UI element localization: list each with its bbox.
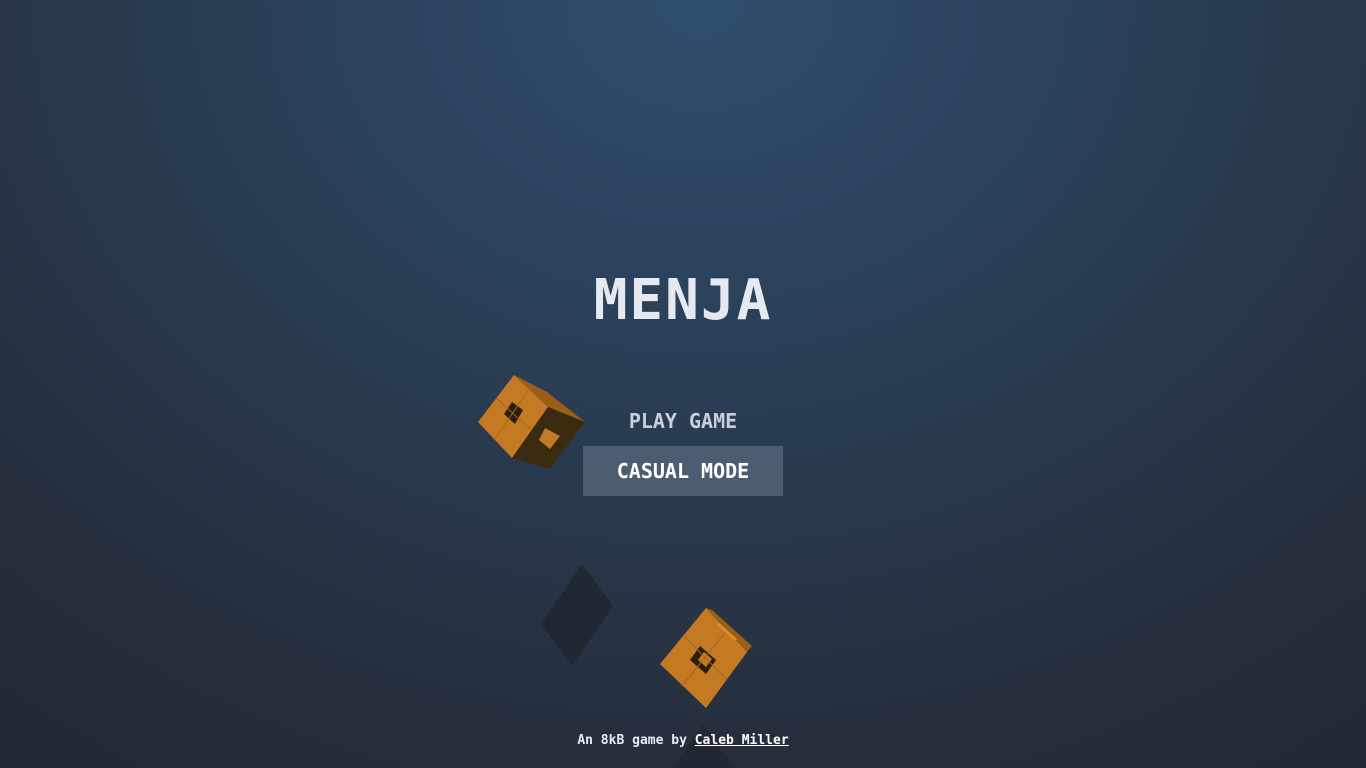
game-title: MENJA: [593, 268, 773, 333]
play-game-button[interactable]: PLAY GAME: [583, 396, 783, 446]
author-link[interactable]: Caleb Miller: [695, 733, 789, 748]
orange-cube-2[interactable]: [660, 608, 752, 708]
game-scene[interactable]: [0, 0, 1366, 768]
main-menu: PLAY GAME CASUAL MODE: [0, 396, 1366, 496]
cube-shadow: [541, 564, 613, 666]
credit-prefix: An 8kB game by: [577, 733, 695, 748]
casual-mode-button[interactable]: CASUAL MODE: [583, 446, 783, 496]
credit-line: An 8kB game by Caleb Miller: [0, 733, 1366, 748]
